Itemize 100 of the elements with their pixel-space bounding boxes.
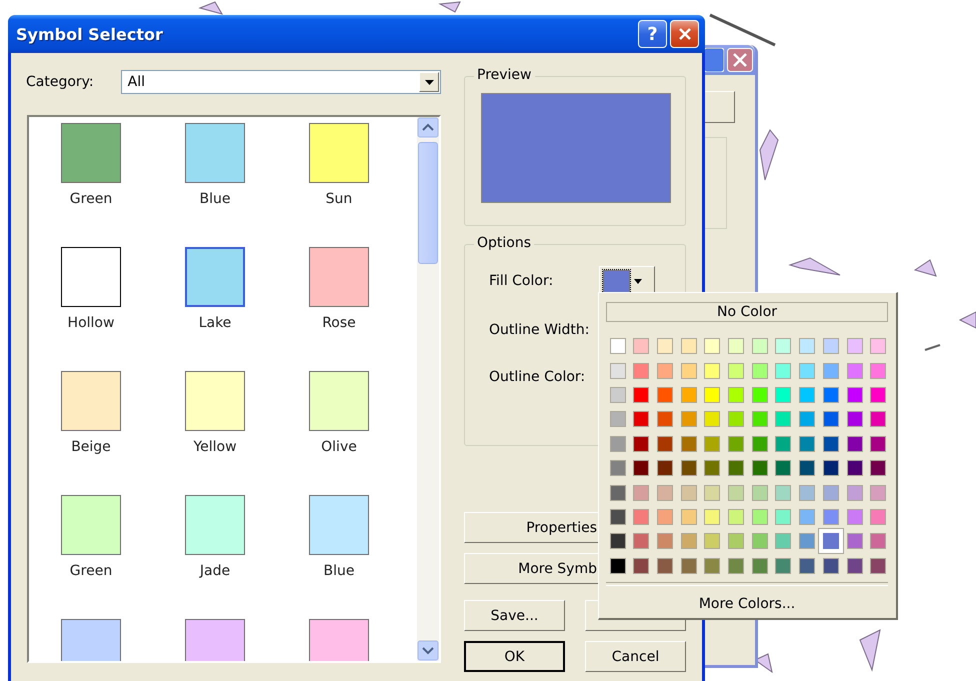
color-swatch[interactable] [822, 386, 839, 403]
cancel-button[interactable]: Cancel [585, 641, 686, 672]
color-swatch[interactable] [633, 508, 650, 525]
color-swatch[interactable] [822, 362, 839, 379]
color-swatch[interactable] [610, 508, 626, 525]
symbol-swatch[interactable] [309, 247, 369, 307]
color-swatch[interactable] [775, 362, 792, 379]
color-swatch[interactable] [633, 533, 650, 550]
color-swatch[interactable] [680, 338, 697, 354]
color-swatch[interactable] [633, 362, 650, 379]
color-swatch[interactable] [775, 436, 792, 452]
color-swatch[interactable] [680, 533, 697, 550]
color-swatch[interactable] [610, 386, 626, 403]
color-swatch[interactable] [610, 460, 626, 476]
color-swatch[interactable] [657, 362, 674, 379]
color-swatch[interactable] [798, 558, 815, 574]
color-swatch[interactable] [610, 436, 626, 452]
color-swatch[interactable] [633, 411, 650, 428]
color-swatch[interactable] [822, 484, 839, 501]
color-swatch[interactable] [846, 460, 863, 476]
color-swatch[interactable] [752, 558, 768, 574]
color-swatch[interactable] [657, 508, 674, 525]
color-swatch[interactable] [610, 362, 626, 379]
color-swatch[interactable] [752, 484, 768, 501]
color-swatch[interactable] [846, 558, 863, 574]
color-swatch[interactable] [657, 386, 674, 403]
symbol-swatch[interactable] [185, 123, 245, 183]
scroll-bar[interactable] [417, 117, 439, 661]
symbol-swatch[interactable] [309, 495, 369, 555]
color-swatch[interactable] [728, 558, 744, 574]
color-swatch[interactable] [657, 436, 674, 452]
close-button[interactable] [670, 20, 699, 48]
color-swatch[interactable] [680, 508, 697, 525]
color-swatch[interactable] [657, 558, 674, 574]
color-swatch[interactable] [657, 533, 674, 550]
color-swatch[interactable] [633, 558, 650, 574]
color-swatch[interactable] [657, 460, 674, 476]
ok-button[interactable]: OK [464, 641, 565, 672]
color-swatch[interactable] [798, 460, 815, 476]
color-swatch[interactable] [657, 484, 674, 501]
color-swatch[interactable] [728, 533, 744, 550]
color-swatch[interactable] [870, 386, 886, 403]
symbol-swatch[interactable] [185, 619, 245, 661]
color-swatch[interactable] [846, 508, 863, 525]
color-swatch[interactable] [846, 411, 863, 428]
color-swatch[interactable] [870, 362, 886, 379]
color-swatch[interactable] [728, 411, 744, 428]
symbol-swatch[interactable] [185, 247, 245, 307]
color-swatch[interactable] [680, 558, 697, 574]
color-swatch[interactable] [633, 484, 650, 501]
color-swatch[interactable] [846, 362, 863, 379]
symbol-swatch[interactable] [61, 371, 121, 431]
color-swatch[interactable] [633, 338, 650, 354]
color-swatch[interactable] [633, 386, 650, 403]
color-swatch[interactable] [704, 460, 720, 476]
color-swatch[interactable] [798, 436, 815, 452]
color-swatch[interactable] [822, 460, 839, 476]
color-swatch[interactable] [752, 436, 768, 452]
color-swatch[interactable] [752, 362, 768, 379]
color-swatch[interactable] [680, 386, 697, 403]
color-swatch[interactable] [870, 436, 886, 452]
color-swatch[interactable] [610, 484, 626, 501]
color-swatch[interactable] [798, 508, 815, 525]
color-swatch[interactable] [610, 558, 626, 574]
color-swatch[interactable] [822, 558, 839, 574]
color-swatch[interactable] [822, 436, 839, 452]
color-swatch[interactable] [728, 436, 744, 452]
color-swatch[interactable] [846, 533, 863, 550]
color-swatch[interactable] [704, 386, 720, 403]
more-colors-item[interactable]: More Colors... [698, 596, 796, 612]
color-swatch[interactable] [870, 558, 886, 574]
color-swatch[interactable] [798, 533, 815, 550]
color-swatch[interactable] [704, 338, 720, 354]
color-swatch[interactable] [728, 508, 744, 525]
color-swatch[interactable] [704, 533, 720, 550]
symbol-swatch[interactable] [309, 123, 369, 183]
color-swatch[interactable] [846, 338, 863, 354]
color-swatch[interactable] [822, 508, 839, 525]
no-color-button[interactable]: No Color [606, 302, 888, 322]
color-swatch[interactable] [846, 436, 863, 452]
color-swatch[interactable] [728, 362, 744, 379]
color-swatch[interactable] [704, 362, 720, 379]
color-swatch[interactable] [680, 484, 697, 501]
color-swatch[interactable] [728, 386, 744, 403]
color-swatch[interactable] [657, 338, 674, 354]
color-swatch[interactable] [704, 558, 720, 574]
color-swatch[interactable] [798, 362, 815, 379]
color-swatch[interactable] [775, 484, 792, 501]
color-swatch[interactable] [610, 533, 626, 550]
color-swatch[interactable] [752, 533, 768, 550]
symbol-swatch[interactable] [61, 123, 121, 183]
help-button[interactable]: ? [638, 20, 667, 48]
symbol-swatch[interactable] [309, 619, 369, 661]
color-swatch[interactable] [633, 436, 650, 452]
color-swatch[interactable] [870, 460, 886, 476]
color-swatch[interactable] [610, 411, 626, 428]
save-button[interactable]: Save... [464, 600, 565, 631]
scroll-thumb[interactable] [418, 142, 438, 264]
color-swatch[interactable] [657, 411, 674, 428]
color-swatch[interactable] [798, 386, 815, 403]
